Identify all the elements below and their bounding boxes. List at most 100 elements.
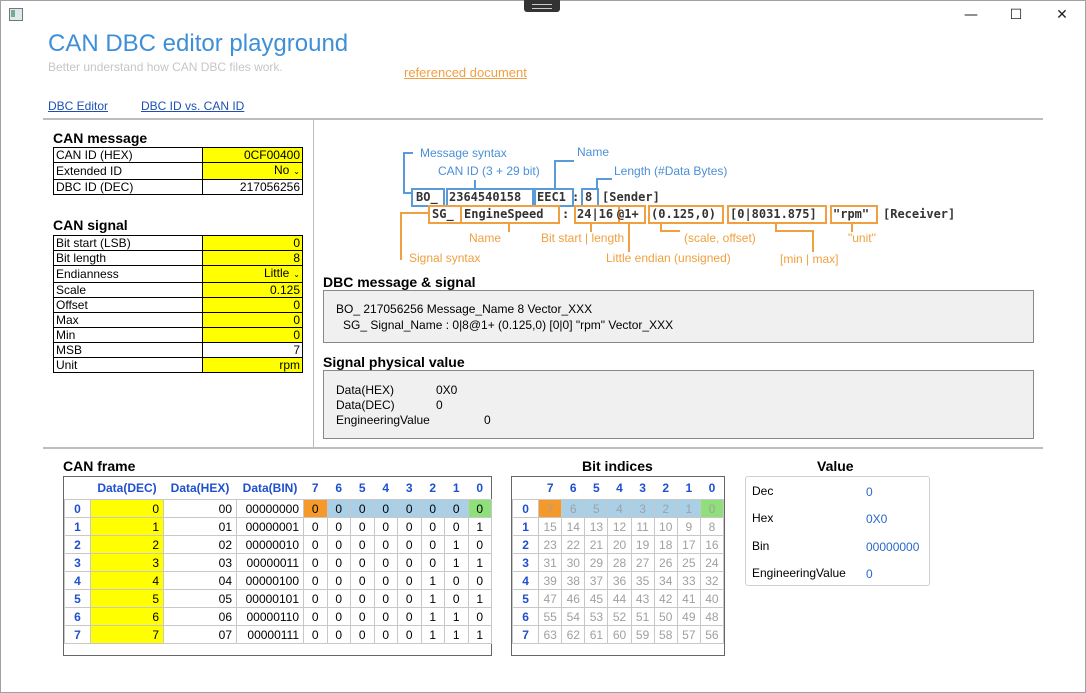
bit-cell[interactable]: 0: [303, 607, 328, 626]
bit-cell[interactable]: 0: [444, 589, 469, 608]
can-id-hex-field[interactable]: 0CF00400: [202, 147, 303, 163]
bit-cell[interactable]: 0: [373, 553, 398, 572]
bit-cell[interactable]: 0: [397, 535, 422, 554]
bit-cell[interactable]: 0: [326, 607, 351, 626]
bit-cell[interactable]: 0: [303, 589, 328, 608]
data-dec-cell[interactable]: 7: [90, 625, 164, 644]
bit-cell[interactable]: 0: [397, 625, 422, 644]
bit-cell[interactable]: 0: [373, 625, 398, 644]
bit-cell[interactable]: 1: [467, 553, 492, 572]
bit-cell[interactable]: 1: [467, 517, 492, 536]
minimize-button[interactable]: —: [956, 4, 986, 26]
bit-cell[interactable]: 0: [373, 589, 398, 608]
bit-cell[interactable]: 0: [373, 571, 398, 590]
sg-range: [0|8031.875]: [730, 207, 817, 221]
bit-cell[interactable]: 0: [420, 535, 445, 554]
bit-cell[interactable]: 1: [420, 625, 445, 644]
bit-cell[interactable]: 0: [467, 571, 492, 590]
bit-cell[interactable]: 0: [303, 499, 328, 518]
connector-line: [403, 152, 413, 154]
unit-field[interactable]: rpm: [202, 357, 303, 373]
bit-cell[interactable]: 0: [303, 571, 328, 590]
bit-cell[interactable]: 0: [350, 625, 375, 644]
bit-start-field[interactable]: 0: [202, 235, 303, 251]
maximize-button[interactable]: ☐: [1001, 4, 1031, 26]
data-dec-cell[interactable]: 3: [90, 553, 164, 572]
bit-cell[interactable]: 0: [326, 571, 351, 590]
bit-cell[interactable]: 0: [397, 589, 422, 608]
drag-grip[interactable]: [524, 0, 560, 12]
bit-cell[interactable]: 1: [444, 625, 469, 644]
extended-id-select[interactable]: No ⌄: [202, 162, 303, 180]
bit-cell[interactable]: 1: [467, 589, 492, 608]
bit-cell[interactable]: 1: [444, 535, 469, 554]
bit-cell[interactable]: 0: [350, 553, 375, 572]
bit-cell[interactable]: 0: [467, 535, 492, 554]
bit-cell[interactable]: 0: [350, 571, 375, 590]
bit-cell[interactable]: 0: [303, 535, 328, 554]
min-field[interactable]: 0: [202, 327, 303, 343]
bit-cell[interactable]: 0: [350, 499, 375, 518]
bit-cell[interactable]: 0: [397, 517, 422, 536]
bit-cell[interactable]: 0: [397, 499, 422, 518]
bit-cell[interactable]: 0: [326, 589, 351, 608]
bit-cell[interactable]: 0: [397, 607, 422, 626]
table-row: Unit rpm: [53, 357, 303, 373]
bit-cell[interactable]: 0: [373, 517, 398, 536]
col-header: 0: [476, 481, 484, 495]
table-row: Offset 0: [53, 297, 303, 313]
bit-cell[interactable]: 0: [326, 625, 351, 644]
max-field[interactable]: 0: [202, 312, 303, 328]
bit-cell[interactable]: 0: [444, 571, 469, 590]
bit-cell[interactable]: 0: [326, 517, 351, 536]
bit-cell[interactable]: 0: [373, 607, 398, 626]
offset-field[interactable]: 0: [202, 297, 303, 313]
bit-cell[interactable]: 0: [350, 535, 375, 554]
bit-cell[interactable]: 1: [420, 607, 445, 626]
bit-cell[interactable]: 0: [444, 517, 469, 536]
bit-cell[interactable]: 0: [350, 607, 375, 626]
bit-cell[interactable]: 0: [326, 535, 351, 554]
bit-cell[interactable]: 0: [303, 517, 328, 536]
bit-cell[interactable]: 1: [444, 553, 469, 572]
bit-cell[interactable]: 0: [420, 499, 445, 518]
referenced-document-link[interactable]: referenced document: [404, 65, 527, 80]
data-dec-cell[interactable]: 1: [90, 517, 164, 536]
connector-line: [474, 180, 476, 188]
scale-field[interactable]: 0.125: [202, 282, 303, 298]
bit-cell[interactable]: 0: [326, 499, 351, 518]
min-max-label: [min | max]: [780, 252, 839, 266]
bit-cell[interactable]: 0: [350, 589, 375, 608]
bit-cell[interactable]: 0: [397, 571, 422, 590]
bit-cell[interactable]: 1: [467, 625, 492, 644]
bit-cell[interactable]: 0: [420, 553, 445, 572]
endianness-select[interactable]: Little ⌄: [202, 265, 303, 283]
data-dec-cell[interactable]: 2: [90, 535, 164, 554]
data-dec-cell[interactable]: 6: [90, 607, 164, 626]
nav-dbc-id-vs-can-id[interactable]: DBC ID vs. CAN ID: [141, 99, 244, 113]
data-hex-cell: 04: [163, 571, 237, 590]
bit-cell[interactable]: 1: [420, 571, 445, 590]
bit-cell[interactable]: 0: [373, 499, 398, 518]
bit-cell[interactable]: 0: [326, 553, 351, 572]
bit-cell[interactable]: 1: [444, 607, 469, 626]
bit-length-field[interactable]: 8: [202, 250, 303, 266]
bit-cell[interactable]: 1: [420, 589, 445, 608]
table-row: Scale 0.125: [53, 282, 303, 298]
bit-index-cell: 46: [561, 589, 586, 608]
bit-cell[interactable]: 0: [373, 535, 398, 554]
nav-dbc-editor[interactable]: DBC Editor: [48, 99, 108, 113]
close-button[interactable]: ✕: [1047, 4, 1077, 26]
bit-cell[interactable]: 0: [444, 499, 469, 518]
data-dec-cell[interactable]: 4: [90, 571, 164, 590]
connector-line: [596, 178, 612, 180]
bit-cell[interactable]: 0: [303, 625, 328, 644]
data-dec-cell[interactable]: 0: [90, 499, 164, 518]
bit-cell[interactable]: 0: [397, 553, 422, 572]
bit-cell[interactable]: 0: [420, 517, 445, 536]
bit-cell[interactable]: 0: [350, 517, 375, 536]
bit-cell[interactable]: 0: [467, 607, 492, 626]
bit-cell[interactable]: 0: [467, 499, 492, 518]
bit-cell[interactable]: 0: [303, 553, 328, 572]
data-dec-cell[interactable]: 5: [90, 589, 164, 608]
